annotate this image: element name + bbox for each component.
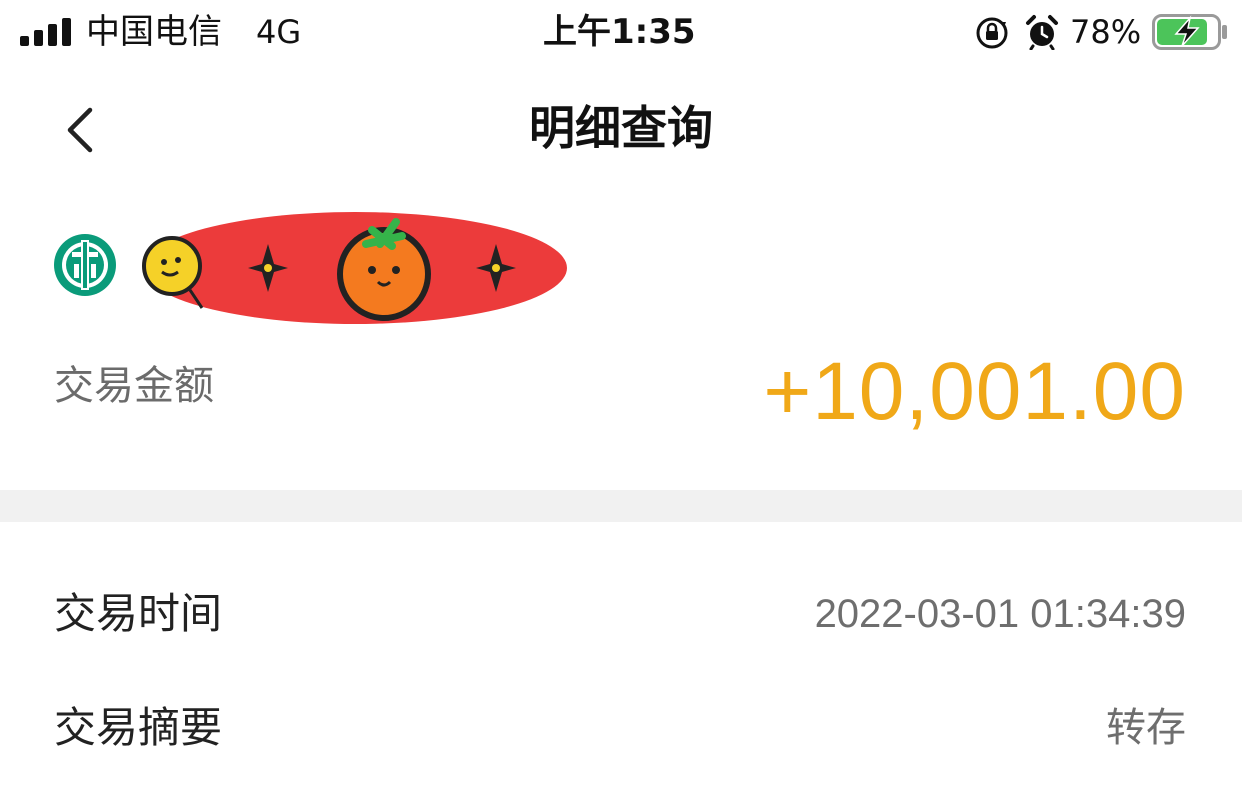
amount-value: +10,001.00 (763, 346, 1186, 437)
amount-label: 交易金额 (54, 363, 214, 409)
transaction-time-label: 交易时间 (54, 589, 223, 638)
battery-percent: 78% (1070, 13, 1142, 51)
page-title: 明细查询 (529, 101, 713, 155)
detail-row-transaction-time: 交易时间 2022-03-01 01:34:39 (0, 574, 1242, 654)
transaction-summary-label: 交易摘要 (54, 703, 223, 752)
detail-row-transaction-summary: 交易摘要 转存 (0, 688, 1242, 768)
transaction-detail-page: 中国电信 4G 上午1:35 78% 明细查询 交易金额 +10,001.00 … (0, 0, 1242, 800)
transaction-time-value: 2022-03-01 01:34:39 (814, 592, 1186, 636)
agricultural-bank-logo-icon (54, 234, 116, 296)
nav-bar: 明细查询 (0, 80, 1242, 180)
redacted-account-name-sticker (142, 212, 567, 324)
rotation-lock-icon (976, 17, 1008, 49)
alarm-icon (1026, 15, 1058, 50)
battery-charging-icon (1152, 14, 1227, 50)
status-time: 上午1:35 (543, 12, 696, 52)
carrier-name: 中国电信 (86, 12, 222, 52)
status-bar: 中国电信 4G 上午1:35 78% (0, 0, 1242, 66)
signal-icon (20, 18, 71, 46)
transaction-summary-value: 转存 (1106, 706, 1186, 750)
network-type: 4G (256, 13, 302, 51)
section-divider (0, 490, 1242, 522)
